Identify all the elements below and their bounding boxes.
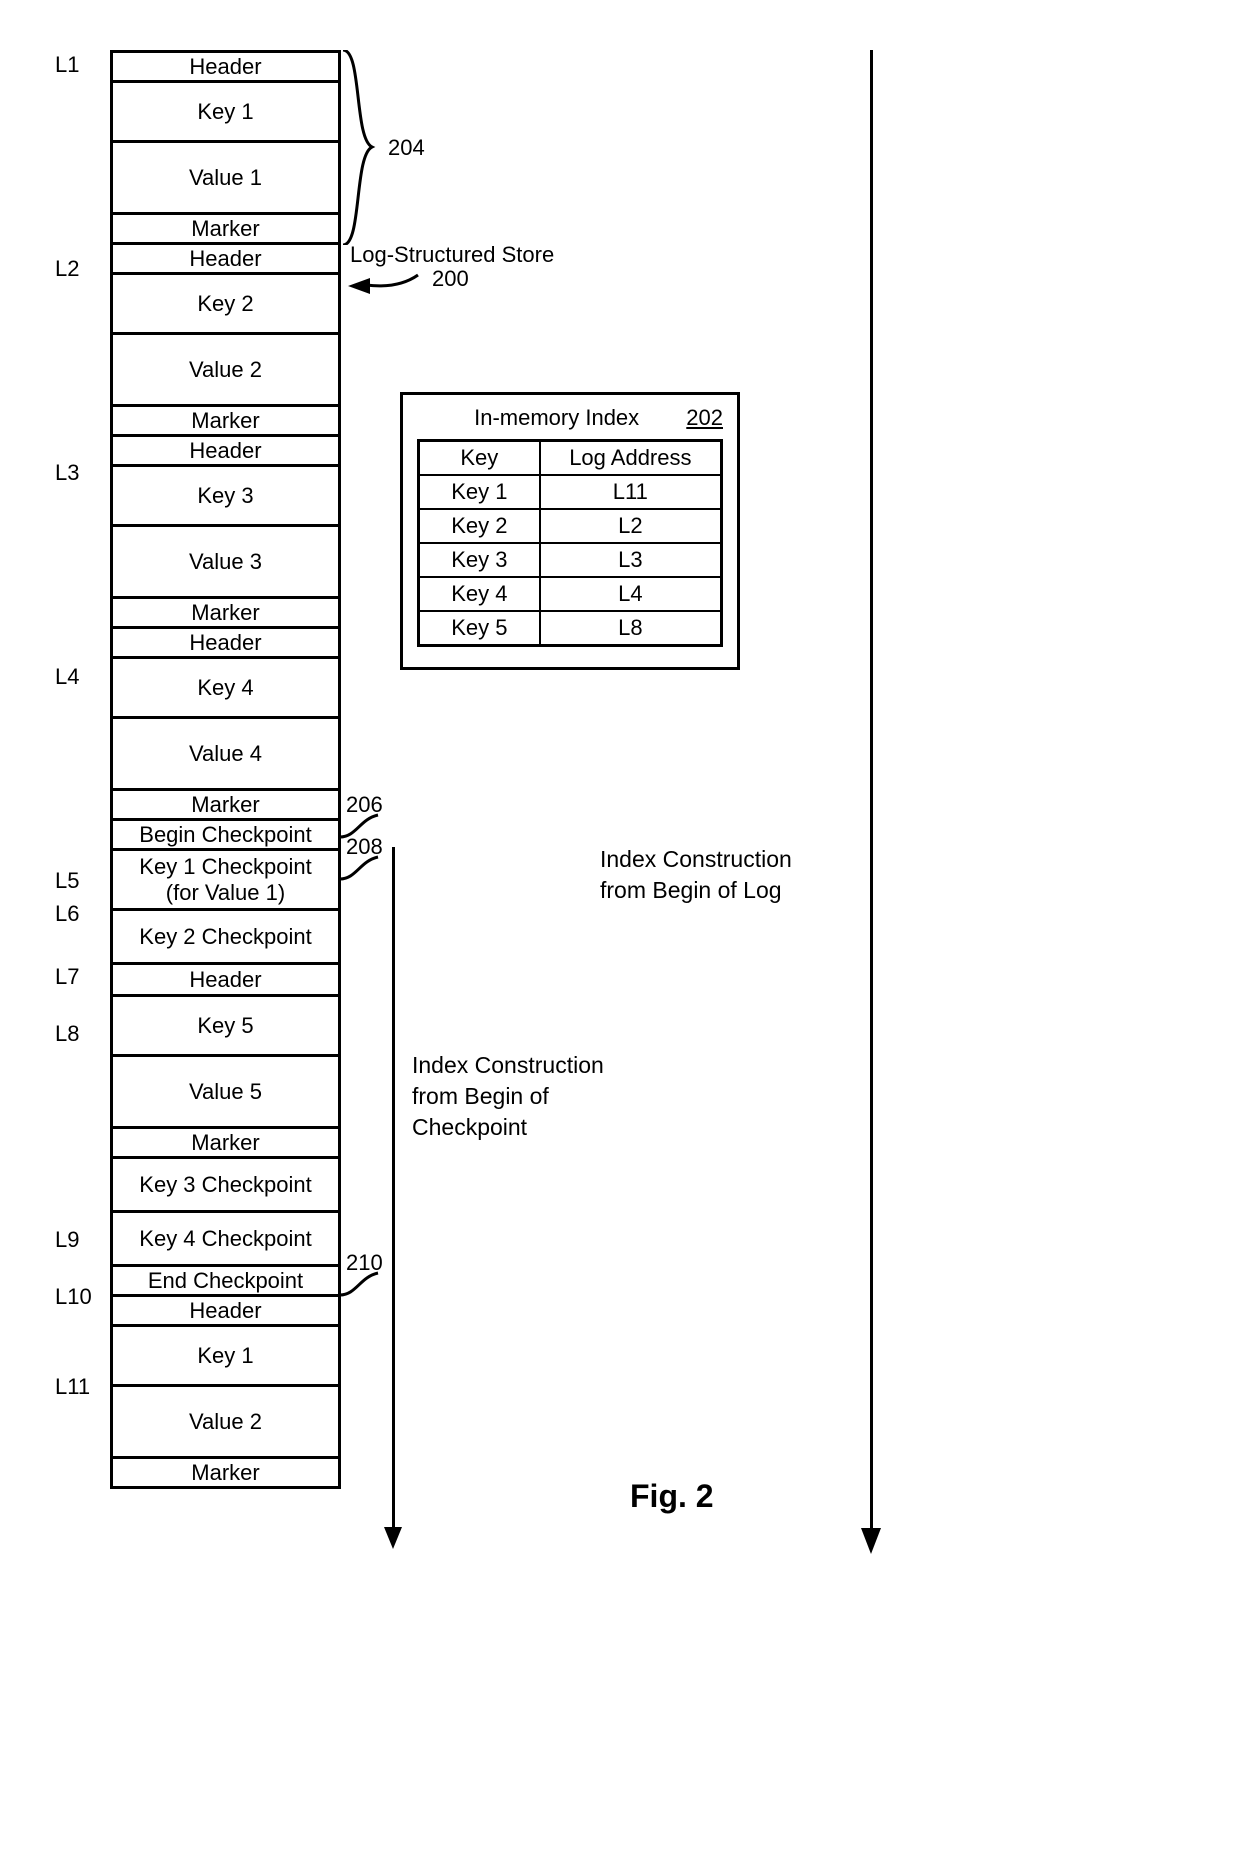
log-cell-l4-key: Key 4 xyxy=(113,659,338,719)
arrow-index-from-checkpoint xyxy=(392,847,395,1529)
log-cell-l10-k4ckpt: Key 4 Checkpoint xyxy=(113,1213,338,1267)
in-memory-index-box: In-memory Index 202 Key Log Address Key … xyxy=(400,392,740,670)
log-structured-store-column: HeaderKey 1Value 1MarkerHeaderKey 2Value… xyxy=(110,50,341,1489)
label-index-from-log: Index Construction from Begin of Log xyxy=(600,844,792,906)
index-cell: L4 xyxy=(540,577,722,611)
log-cell-l8-key: Key 5 xyxy=(113,997,338,1057)
log-cell-l1-marker: Marker xyxy=(113,215,338,245)
ref-202: 202 xyxy=(686,405,723,431)
index-table: Key Log Address Key 1L11Key 2L2Key 3L3Ke… xyxy=(417,439,723,647)
log-address-L8: L8 xyxy=(55,1021,105,1047)
ref-206: 206 xyxy=(346,792,383,818)
log-cell-l2-header: Header xyxy=(113,245,338,275)
index-row: Key 3L3 xyxy=(419,543,722,577)
log-cell-l4-marker: Marker xyxy=(113,791,338,821)
log-cell-end-ckpt: End Checkpoint xyxy=(113,1267,338,1297)
log-cell-l6-k1ckpt: Key 1 Checkpoint (for Value 1) xyxy=(113,851,338,911)
ref-200: 200 xyxy=(432,266,469,292)
log-address-L4: L4 xyxy=(55,664,105,690)
index-cell: Key 3 xyxy=(419,543,540,577)
index-cell: L2 xyxy=(540,509,722,543)
log-cell-l8-marker: Marker xyxy=(113,1129,338,1159)
index-cell: Key 1 xyxy=(419,475,540,509)
index-cell: L11 xyxy=(540,475,722,509)
index-cell: Key 2 xyxy=(419,509,540,543)
log-cell-l7-k2ckpt: Key 2 Checkpoint xyxy=(113,911,338,965)
arrow-index-from-log-head xyxy=(861,1528,881,1554)
label-index-from-checkpoint: Index Construction from Begin of Checkpo… xyxy=(412,1050,604,1143)
figure-caption: Fig. 2 xyxy=(630,1478,714,1515)
log-cell-l3-key: Key 3 xyxy=(113,467,338,527)
log-store-label: Log-Structured Store xyxy=(350,242,554,268)
log-cell-l11-value: Value 2 xyxy=(113,1387,338,1459)
log-cell-l3-marker: Marker xyxy=(113,599,338,629)
index-title: In-memory Index xyxy=(417,405,656,431)
log-address-L3: L3 xyxy=(55,460,105,486)
figure-2: HeaderKey 1Value 1MarkerHeaderKey 2Value… xyxy=(0,0,1240,1873)
index-row: Key 4L4 xyxy=(419,577,722,611)
index-row: Key 2L2 xyxy=(419,509,722,543)
log-address-L7: L7 xyxy=(55,964,105,990)
log-cell-l2-marker: Marker xyxy=(113,407,338,437)
index-cell: Key 4 xyxy=(419,577,540,611)
log-cell-l1-key: Key 1 xyxy=(113,83,338,143)
arrow-200-head xyxy=(348,278,370,294)
log-cell-l1-header: Header xyxy=(113,53,338,83)
log-address-L5: L5 xyxy=(55,868,105,894)
index-cell: Key 5 xyxy=(419,611,540,646)
index-col-key: Key xyxy=(419,441,540,476)
log-cell-l2-value: Value 2 xyxy=(113,335,338,407)
index-cell: L3 xyxy=(540,543,722,577)
arrow-index-from-checkpoint-head xyxy=(384,1527,402,1549)
log-cell-l9-k3ckpt: Key 3 Checkpoint xyxy=(113,1159,338,1213)
log-cell-l5-begin: Begin Checkpoint xyxy=(113,821,338,851)
index-col-addr: Log Address xyxy=(540,441,722,476)
log-cell-l11-header: Header xyxy=(113,1297,338,1327)
log-address-L10: L10 xyxy=(55,1284,105,1310)
arrow-index-from-log xyxy=(870,50,873,1530)
log-cell-l4-header: Header xyxy=(113,629,338,659)
log-address-L2: L2 xyxy=(55,256,105,282)
curly-brace-204 xyxy=(340,50,380,245)
log-cell-l11-key: Key 1 xyxy=(113,1327,338,1387)
index-title-row: In-memory Index 202 xyxy=(417,405,723,431)
log-cell-l3-header: Header xyxy=(113,437,338,467)
index-cell: L8 xyxy=(540,611,722,646)
log-address-L9: L9 xyxy=(55,1227,105,1253)
index-row: Key 1L11 xyxy=(419,475,722,509)
log-cell-l2-key: Key 2 xyxy=(113,275,338,335)
log-cell-l11-marker: Marker xyxy=(113,1459,338,1489)
log-cell-l1-value: Value 1 xyxy=(113,143,338,215)
ref-204: 204 xyxy=(388,135,425,161)
log-cell-l3-value: Value 3 xyxy=(113,527,338,599)
index-row: Key 5L8 xyxy=(419,611,722,646)
log-cell-l4-value: Value 4 xyxy=(113,719,338,791)
ref-208: 208 xyxy=(346,834,383,860)
ref-210: 210 xyxy=(346,1250,383,1276)
log-address-L11: L11 xyxy=(55,1374,105,1400)
log-cell-l8-header: Header xyxy=(113,965,338,997)
log-cell-l8-value: Value 5 xyxy=(113,1057,338,1129)
log-address-L6: L6 xyxy=(55,901,105,927)
log-address-L1: L1 xyxy=(55,52,105,78)
